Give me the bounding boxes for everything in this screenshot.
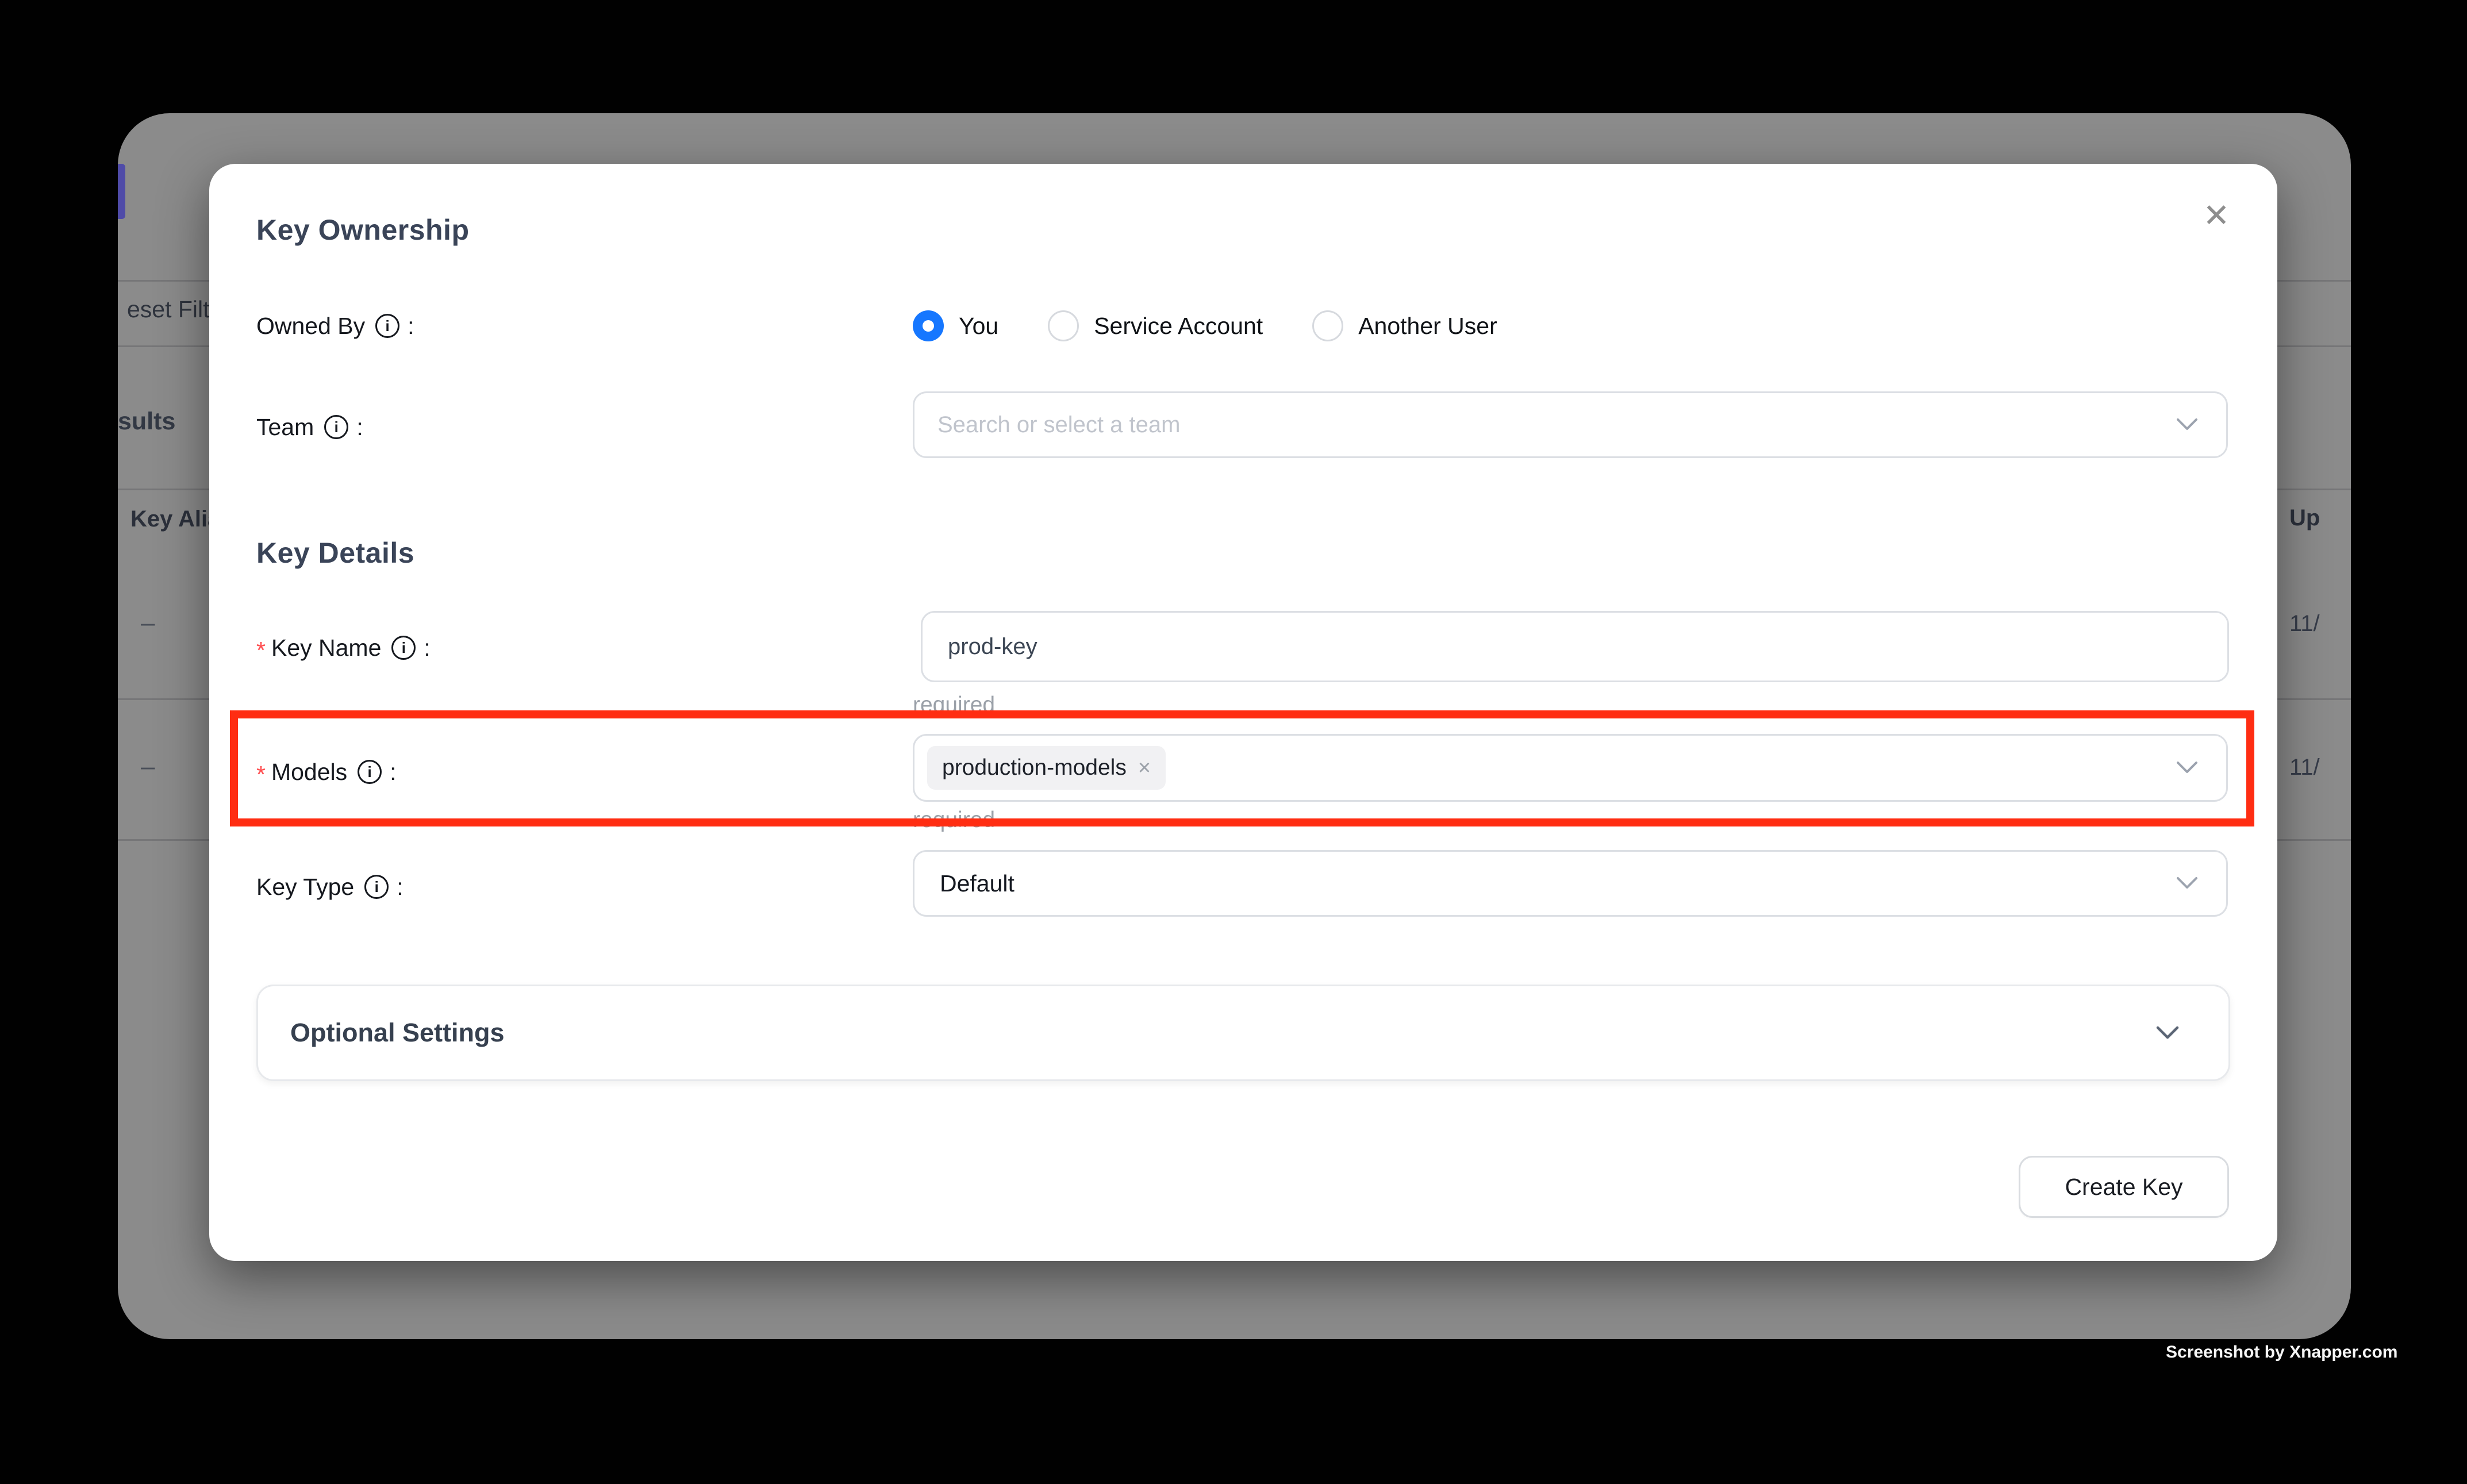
radio-label: Another User: [1358, 313, 1497, 340]
radio-label: You: [959, 313, 998, 340]
radio-option-you[interactable]: You: [913, 310, 998, 341]
info-icon[interactable]: i: [324, 415, 348, 439]
info-icon[interactable]: i: [364, 875, 389, 899]
table-row: –: [141, 752, 155, 781]
table-row: –: [141, 609, 155, 637]
label-colon: :: [424, 635, 430, 662]
key-name-label: * Key Name i :: [256, 629, 431, 666]
team-label-text: Team: [256, 414, 314, 441]
radio-selected-icon[interactable]: [913, 310, 944, 341]
watermark-text: Screenshot by Xnapper.com: [2166, 1343, 2397, 1362]
column-header-key-alias: Key Alia: [130, 506, 220, 532]
create-key-button[interactable]: Create Key: [2019, 1156, 2229, 1218]
radio-option-service-account[interactable]: Service Account: [1048, 310, 1263, 341]
team-select[interactable]: Search or select a team: [913, 391, 2228, 458]
key-ownership-heading: Key Ownership: [256, 213, 470, 247]
key-name-required-hint: required: [913, 693, 995, 718]
key-type-label: Key Type i :: [256, 868, 404, 905]
radio-label: Service Account: [1094, 313, 1263, 340]
chevron-down-icon: [2176, 876, 2199, 891]
chevron-down-icon: [2176, 417, 2199, 432]
models-select[interactable]: production-models ×: [913, 734, 2228, 802]
info-icon[interactable]: i: [375, 314, 399, 338]
optional-settings-heading: Optional Settings: [290, 1018, 505, 1048]
selected-model-tag: production-models ×: [927, 746, 1166, 790]
models-label-text: Models: [271, 759, 347, 786]
owned-by-label-text: Owned By: [256, 313, 365, 340]
models-required-hint: required: [913, 808, 995, 833]
key-name-input[interactable]: [921, 611, 2229, 682]
create-key-button-partial: [118, 164, 125, 219]
create-key-modal: Key Ownership ✕ Owned By i : You Service…: [209, 164, 2277, 1261]
key-type-selected-value: Default: [914, 870, 1015, 897]
info-icon[interactable]: i: [391, 636, 416, 660]
optional-settings-toggle[interactable]: Optional Settings: [256, 985, 2230, 1081]
chevron-down-icon: [2176, 760, 2199, 775]
close-icon[interactable]: ✕: [2193, 193, 2239, 239]
key-details-heading: Key Details: [256, 536, 414, 570]
reset-filters-button-partial: eset Filt: [127, 296, 210, 323]
table-row-updated: 11/: [2289, 755, 2320, 781]
radio-option-another-user[interactable]: Another User: [1312, 310, 1497, 341]
results-count-partial: sults: [118, 407, 175, 436]
label-colon: :: [397, 874, 403, 901]
column-header-updated: Up: [2289, 505, 2320, 531]
key-type-label-text: Key Type: [256, 874, 354, 901]
key-type-select[interactable]: Default: [913, 850, 2228, 917]
owned-by-label: Owned By i :: [256, 307, 414, 344]
radio-unselected-icon[interactable]: [1048, 310, 1079, 341]
required-asterisk: *: [256, 761, 266, 788]
chevron-down-icon: [2155, 1025, 2180, 1041]
models-label: * Models i :: [256, 753, 397, 790]
info-icon[interactable]: i: [358, 760, 382, 784]
label-colon: :: [356, 414, 363, 441]
selected-model-tag-text: production-models: [942, 755, 1127, 781]
table-row-updated: 11/: [2289, 611, 2320, 637]
owned-by-radio-group: You Service Account Another User: [913, 303, 1497, 349]
radio-unselected-icon[interactable]: [1312, 310, 1343, 341]
team-label: Team i :: [256, 409, 363, 445]
required-asterisk: *: [256, 637, 266, 664]
key-name-label-text: Key Name: [271, 635, 381, 662]
team-select-placeholder: Search or select a team: [914, 412, 1180, 438]
tag-remove-icon[interactable]: ×: [1138, 756, 1151, 781]
label-colon: :: [408, 313, 414, 340]
label-colon: :: [390, 759, 396, 786]
